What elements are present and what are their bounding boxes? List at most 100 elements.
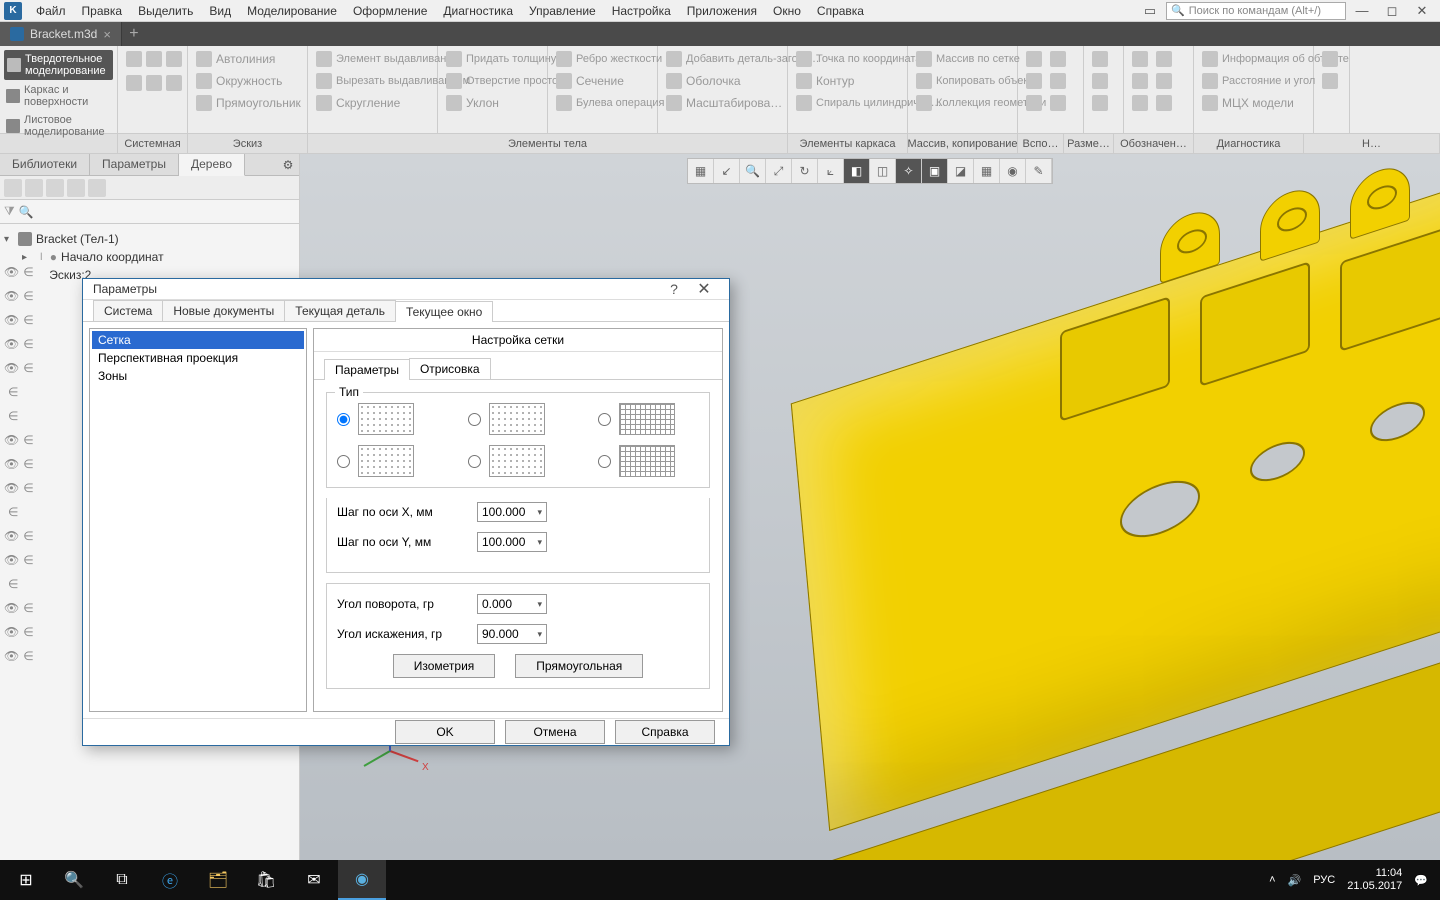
kompas-taskbar-icon[interactable]: ◉ [338, 860, 386, 900]
step-x-input[interactable]: 100.000▾ [477, 502, 547, 522]
cmd-aux4[interactable] [1048, 72, 1068, 90]
left-tab-libraries[interactable]: Библиотеки [0, 154, 90, 175]
cancel-button[interactable]: Отмена [505, 720, 605, 744]
cmd-rib[interactable]: Ребро жесткости [554, 50, 667, 68]
vt-grid-icon[interactable]: ▦ [688, 159, 714, 183]
cmd-an1[interactable] [1130, 50, 1150, 68]
panel-settings-icon[interactable]: ⚙ [277, 154, 299, 175]
cmd-circle[interactable]: Окружность [194, 72, 303, 90]
dtab-current-window[interactable]: Текущее окно [395, 301, 493, 322]
menu-manage[interactable]: Управление [521, 2, 604, 20]
maximize-button[interactable]: ◻ [1378, 1, 1406, 21]
vt-zoom-icon[interactable]: 🔍 [740, 159, 766, 183]
cmd-dim3[interactable] [1090, 94, 1117, 112]
grid-type-3[interactable] [598, 403, 699, 435]
menu-select[interactable]: Выделить [130, 2, 201, 20]
menu-diagnostics[interactable]: Диагностика [435, 2, 521, 20]
cmd-new[interactable] [124, 50, 184, 68]
ok-button[interactable]: OK [395, 720, 495, 744]
list-item-grid[interactable]: Сетка [92, 331, 304, 349]
vis-row[interactable]: 👁∈ [0, 620, 50, 644]
tray-volume-icon[interactable]: 🔊 [1288, 874, 1302, 887]
cmd-open[interactable] [124, 74, 184, 92]
vis-row[interactable]: 👁∈ [0, 308, 50, 332]
subtab-rendering[interactable]: Отрисовка [409, 358, 491, 379]
vt-render-icon[interactable]: ◉ [1000, 159, 1026, 183]
mode-solid[interactable]: Твердотельное моделирование [4, 50, 113, 80]
cmd-dim2[interactable] [1090, 72, 1117, 90]
vis-row[interactable]: 👁∈ [0, 596, 50, 620]
list-item-perspective[interactable]: Перспективная проекция [92, 349, 304, 367]
vis-row[interactable]: 👁∈ [0, 644, 50, 668]
tray-lang[interactable]: РУС [1313, 874, 1335, 886]
dialog-titlebar[interactable]: Параметры ? ✕ [83, 279, 729, 300]
mail-icon[interactable]: ✉ [290, 860, 338, 900]
dtab-system[interactable]: Система [93, 300, 163, 321]
cmd-section[interactable]: Сечение [554, 72, 667, 90]
cmd-boolean[interactable]: Булева операция [554, 94, 667, 112]
task-view-button[interactable]: ⧉ [98, 860, 146, 900]
grid-type-6[interactable] [598, 445, 699, 477]
menu-view[interactable]: Вид [201, 2, 239, 20]
search-icon[interactable]: 🔍 [19, 205, 34, 219]
start-button[interactable]: ⊞ [2, 860, 50, 900]
vt-section-icon[interactable]: ◪ [948, 159, 974, 183]
tree-tb1[interactable] [4, 179, 22, 197]
tree-tb3[interactable] [46, 179, 64, 197]
grid-type-1[interactable] [337, 403, 438, 435]
isometry-button[interactable]: Изометрия [393, 654, 496, 678]
vis-row[interactable]: ∈ [0, 500, 50, 524]
vis-row[interactable]: 👁∈ [0, 452, 50, 476]
menu-edit[interactable]: Правка [74, 2, 131, 20]
vis-row[interactable]: 👁∈ [0, 548, 50, 572]
left-tab-tree[interactable]: Дерево [179, 154, 245, 176]
left-tab-parameters[interactable]: Параметры [90, 154, 179, 175]
tree-root[interactable]: ▾Bracket (Тел-1) [4, 230, 295, 248]
dialog-close-icon[interactable]: ✕ [689, 279, 719, 299]
tray-notifications-icon[interactable]: 💬 [1414, 874, 1428, 887]
grid-type-2[interactable] [468, 403, 569, 435]
cmd-aux3[interactable] [1024, 72, 1044, 90]
subtab-parameters[interactable]: Параметры [324, 359, 410, 380]
cmd-dim1[interactable] [1090, 50, 1117, 68]
cmd-aux5[interactable] [1024, 94, 1044, 112]
vt-edit-icon[interactable]: ✎ [1026, 159, 1052, 183]
menu-apps[interactable]: Приложения [679, 2, 765, 20]
minimize-button[interactable]: — [1348, 1, 1376, 21]
vt-rotate-icon[interactable]: ↻ [792, 159, 818, 183]
vis-row[interactable]: 👁∈ [0, 260, 50, 284]
tree-tb4[interactable] [67, 179, 85, 197]
vt-hidden-icon[interactable]: ▣ [922, 159, 948, 183]
command-search[interactable]: 🔍Поиск по командам (Alt+/) [1166, 2, 1346, 20]
cmd-an6[interactable] [1154, 94, 1174, 112]
menu-window[interactable]: Окно [765, 2, 809, 20]
cmd-rect[interactable]: Прямоугольник [194, 94, 303, 112]
vt-axis-icon[interactable]: ↙ [714, 159, 740, 183]
vis-row[interactable]: ∈ [0, 404, 50, 428]
cmd-l1[interactable] [1320, 50, 1343, 68]
tray-clock[interactable]: 11:04 21.05.2017 [1347, 867, 1402, 893]
cmd-an2[interactable] [1154, 50, 1174, 68]
dtab-current-part[interactable]: Текущая деталь [284, 300, 396, 321]
list-item-zones[interactable]: Зоны [92, 367, 304, 385]
menu-settings[interactable]: Настройка [604, 2, 679, 20]
cmd-an5[interactable] [1130, 94, 1150, 112]
mode-surface[interactable]: Каркас и поверхности [4, 82, 113, 110]
vis-row[interactable]: 👁∈ [0, 284, 50, 308]
filter-icon[interactable]: ⧩ [4, 204, 15, 219]
vis-row[interactable]: 👁∈ [0, 428, 50, 452]
search-button[interactable]: 🔍 [50, 860, 98, 900]
vt-fit-icon[interactable]: ⤢ [766, 159, 792, 183]
cmd-autoline[interactable]: Автолиния [194, 50, 303, 68]
vt-wire-icon[interactable]: ◫ [870, 159, 896, 183]
cmd-an3[interactable] [1130, 72, 1150, 90]
menu-layout[interactable]: Оформление [345, 2, 435, 20]
step-y-input[interactable]: 100.000▾ [477, 532, 547, 552]
explorer-icon[interactable]: 🗂 [194, 860, 242, 900]
menu-file[interactable]: Файл [28, 2, 74, 20]
menu-help[interactable]: Справка [809, 2, 872, 20]
vis-row[interactable]: ∈ [0, 572, 50, 596]
angle-skew-input[interactable]: 90.000▾ [477, 624, 547, 644]
vis-row[interactable]: 👁∈ [0, 524, 50, 548]
vt-edges-icon[interactable]: ✧ [896, 159, 922, 183]
